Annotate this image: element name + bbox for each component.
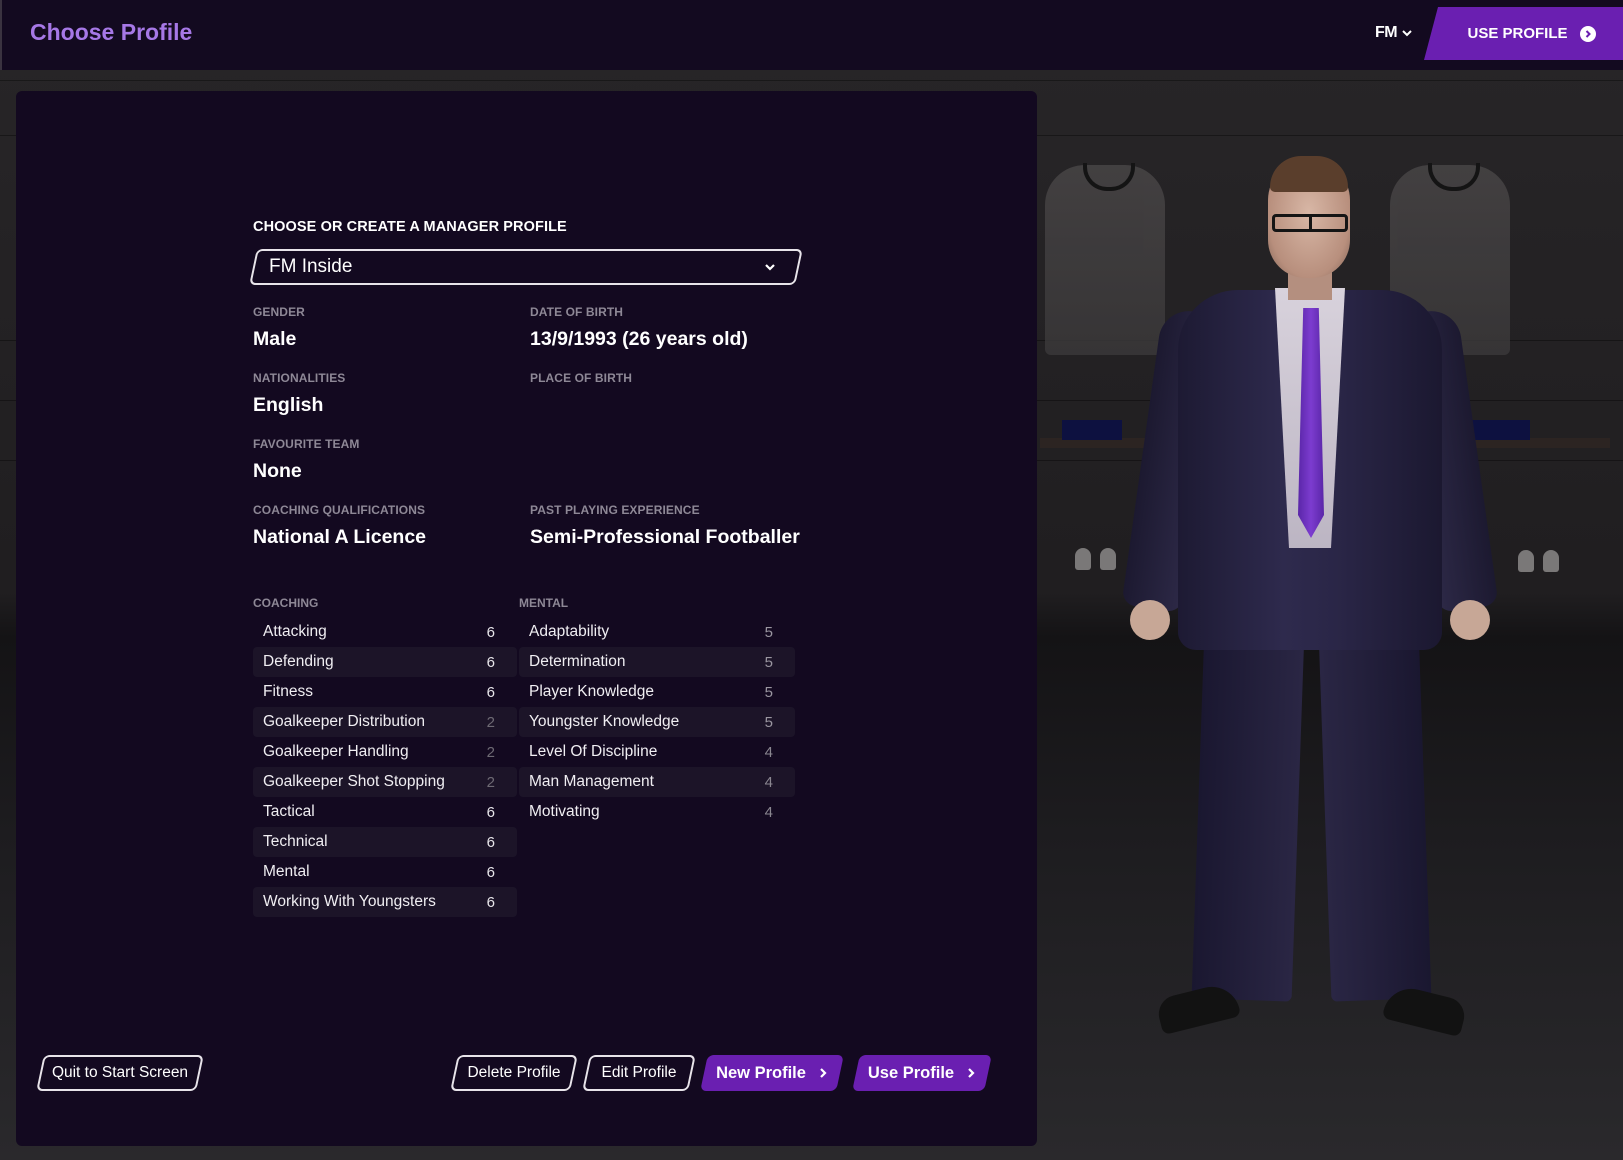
attribute-value: 6 bbox=[486, 833, 495, 851]
attribute-row[interactable]: Player Knowledge 5 bbox=[519, 677, 795, 707]
info-gender: GENDER Male bbox=[253, 305, 305, 350]
info-nationalities: NATIONALITIES English bbox=[253, 371, 346, 416]
chevron-right-icon bbox=[968, 1068, 975, 1078]
manager-avatar-3d bbox=[1121, 156, 1499, 1040]
attribute-row[interactable]: Fitness 6 bbox=[253, 677, 517, 707]
attribute-row[interactable]: Technical 6 bbox=[253, 827, 517, 857]
info-coaching-qualifications: COACHING QUALIFICATIONS National A Licen… bbox=[253, 503, 427, 548]
attribute-name: Fitness bbox=[263, 683, 313, 700]
attribute-name: Adaptability bbox=[529, 623, 610, 640]
attribute-name: Defending bbox=[263, 653, 334, 670]
info-empty-cell bbox=[530, 437, 813, 484]
new-profile-button[interactable]: New Profile bbox=[704, 1055, 840, 1091]
attribute-value: 5 bbox=[764, 623, 773, 641]
use-profile-header-label: USE PROFILE bbox=[1467, 25, 1568, 42]
attribute-name: Man Management bbox=[529, 773, 654, 790]
attribute-row[interactable]: Attacking 6 bbox=[253, 617, 517, 647]
attribute-row[interactable]: Goalkeeper Distribution 2 bbox=[253, 707, 517, 737]
info-past-playing-experience: PAST PLAYING EXPERIENCE Semi-Professiona… bbox=[530, 503, 800, 548]
attribute-value: 4 bbox=[764, 743, 773, 761]
attribute-value: 6 bbox=[486, 683, 495, 701]
attribute-name: Mental bbox=[263, 863, 310, 880]
mental-attributes: MENTAL Adaptability 5 Determination 5 Player… bbox=[519, 596, 795, 917]
attributes-section: COACHING Attacking 6 Defending 6 Fitness 6 Goa… bbox=[253, 596, 813, 917]
attribute-row[interactable]: Working With Youngsters 6 bbox=[253, 887, 517, 917]
page-title: Choose Profile bbox=[30, 19, 193, 45]
attribute-name: Goalkeeper Distribution bbox=[263, 713, 425, 730]
info-favourite-team: FAVOURITE TEAM None bbox=[253, 437, 360, 482]
attribute-row[interactable]: Youngster Knowledge 5 bbox=[519, 707, 795, 737]
attribute-name: Attacking bbox=[263, 623, 327, 640]
attribute-row[interactable]: Goalkeeper Shot Stopping 2 bbox=[253, 767, 517, 797]
coaching-attributes: COACHING Attacking 6 Defending 6 Fitness 6 Goa… bbox=[253, 596, 517, 917]
quit-to-start-screen-button[interactable]: Quit to Start Screen bbox=[40, 1055, 200, 1091]
attribute-row[interactable]: Tactical 6 bbox=[253, 797, 517, 827]
attribute-value: 4 bbox=[764, 773, 773, 791]
attribute-row[interactable]: Level Of Discipline 4 bbox=[519, 737, 795, 767]
attribute-value: 6 bbox=[486, 653, 495, 671]
attribute-name: Working With Youngsters bbox=[263, 893, 436, 910]
attribute-name: Player Knowledge bbox=[529, 683, 654, 700]
attribute-row[interactable]: Goalkeeper Handling 2 bbox=[253, 737, 517, 767]
mental-heading: MENTAL bbox=[519, 596, 569, 610]
attribute-value: 6 bbox=[486, 893, 495, 911]
attribute-name: Tactical bbox=[263, 803, 315, 820]
attribute-name: Technical bbox=[263, 833, 328, 850]
attribute-name: Motivating bbox=[529, 803, 600, 820]
attribute-value: 5 bbox=[764, 653, 773, 671]
profile-dropdown-value: FM Inside bbox=[269, 256, 353, 277]
attribute-row[interactable]: Adaptability 5 bbox=[519, 617, 795, 647]
profile-dropdown[interactable]: FM Inside bbox=[249, 249, 803, 285]
hanging-shirt bbox=[1045, 163, 1165, 355]
attribute-value: 2 bbox=[486, 713, 495, 731]
edit-profile-button[interactable]: Edit Profile bbox=[586, 1055, 692, 1091]
attribute-row[interactable]: Defending 6 bbox=[253, 647, 517, 677]
attribute-row[interactable]: Mental 6 bbox=[253, 857, 517, 887]
info-place-of-birth: PLACE OF BIRTH bbox=[530, 371, 633, 385]
info-date-of-birth: DATE OF BIRTH 13/9/1993 (26 years old) bbox=[530, 305, 748, 350]
fm-menu-label: FM bbox=[1375, 24, 1398, 41]
use-profile-button[interactable]: Use Profile bbox=[856, 1055, 988, 1091]
attribute-value: 2 bbox=[486, 743, 495, 761]
attribute-name: Goalkeeper Handling bbox=[263, 743, 409, 760]
attribute-value: 6 bbox=[486, 623, 495, 641]
chevron-down-icon bbox=[1402, 30, 1412, 37]
attribute-row[interactable]: Motivating 4 bbox=[519, 797, 795, 827]
attribute-row[interactable]: Man Management 4 bbox=[519, 767, 795, 797]
profile-info-grid: GENDER Male DATE OF BIRTH 13/9/1993 (26 … bbox=[253, 305, 813, 550]
use-profile-header-button[interactable]: USE PROFILE bbox=[1424, 7, 1623, 60]
attribute-row[interactable]: Determination 5 bbox=[519, 647, 795, 677]
chevron-down-icon bbox=[765, 264, 775, 271]
profile-panel: CHOOSE OR CREATE A MANAGER PROFILE FM In… bbox=[16, 91, 1037, 1146]
attribute-value: 6 bbox=[486, 803, 495, 821]
attribute-name: Youngster Knowledge bbox=[529, 713, 680, 730]
attribute-value: 6 bbox=[486, 863, 495, 881]
attribute-value: 4 bbox=[764, 803, 773, 821]
coaching-heading: COACHING bbox=[253, 596, 319, 610]
attribute-value: 2 bbox=[486, 773, 495, 791]
attribute-name: Determination bbox=[529, 653, 626, 670]
profile-section-heading: CHOOSE OR CREATE A MANAGER PROFILE bbox=[253, 219, 567, 235]
chevron-right-icon bbox=[820, 1068, 827, 1078]
arrow-right-circle-icon bbox=[1579, 25, 1596, 42]
attribute-name: Level Of Discipline bbox=[529, 743, 658, 760]
delete-profile-button[interactable]: Delete Profile bbox=[454, 1055, 574, 1091]
attribute-value: 5 bbox=[764, 713, 773, 731]
attribute-value: 5 bbox=[764, 683, 773, 701]
attribute-name: Goalkeeper Shot Stopping bbox=[263, 773, 445, 790]
glasses bbox=[1272, 214, 1348, 232]
fm-menu-button[interactable]: FM bbox=[1375, 24, 1413, 42]
top-bar: Choose Profile FM USE PROFILE bbox=[0, 0, 1623, 70]
